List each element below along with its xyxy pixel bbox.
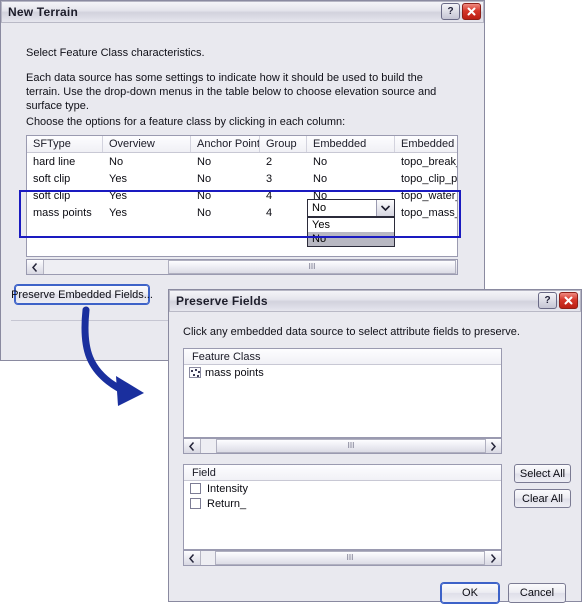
cell-overview: Yes [109,206,127,219]
field-label: Intensity [207,482,248,495]
column-header-anchor-points[interactable]: Anchor Points [191,136,260,152]
cell-embedded-name: topo_mass_points_embed [401,206,457,219]
close-icon[interactable] [559,292,578,309]
scrollbar-track[interactable]: III [201,439,486,453]
cell-anchor-points: No [197,189,212,202]
table-header-row: SFType Overview Anchor Points Group Embe… [27,136,457,153]
cell-sftype: soft clip [33,189,71,202]
chevron-left-icon[interactable] [27,260,44,274]
preserve-embedded-fields-button[interactable]: Preserve Embedded Fields... [11,285,153,304]
column-header-overview[interactable]: Overview [103,136,191,152]
chevron-right-icon[interactable] [484,439,501,453]
column-header-sftype[interactable]: SFType [27,136,103,152]
close-icon[interactable] [462,3,481,20]
cell-sftype: mass points [33,206,92,219]
scrollbar-grip: III [346,553,354,562]
cell-overview: Yes [109,172,127,185]
scrollbar-grip: III [347,441,355,450]
preserve-fields-title: Preserve Fields [176,293,268,308]
multipoint-icon [189,367,201,378]
feature-class-listbox[interactable]: Feature Class mass points [183,348,502,438]
cell-sftype: soft clip [33,172,71,185]
preserve-fields-instruction: Click any embedded data source to select… [183,326,520,338]
help-icon[interactable]: ? [538,292,557,309]
instruction-text: Choose the options for a feature class b… [26,116,346,128]
clear-all-button[interactable]: Clear All [514,489,571,508]
chevron-down-icon[interactable] [376,200,394,216]
field-listbox[interactable]: Field Intensity Return_ [183,464,502,550]
select-all-button[interactable]: Select All [514,464,571,483]
help-icon[interactable]: ? [441,3,460,20]
ok-button[interactable]: OK [441,583,499,603]
field-label: Return_ [207,497,247,510]
cell-group: 2 [266,155,273,168]
scrollbar-grip: III [308,262,316,271]
cell-sftype: hard line [33,155,76,168]
new-terrain-title: New Terrain [8,4,78,19]
scrollbar-track[interactable]: III [44,260,456,274]
column-header-embedded[interactable]: Embedded [307,136,395,152]
chevron-right-icon[interactable] [484,551,501,565]
embedded-dropdown-value: No [312,202,327,214]
cell-embedded-name: topo_water_poly_embed [401,189,457,202]
dropdown-option-yes[interactable]: Yes [308,218,394,232]
preserve-fields-dialog: Preserve Fields ? Click any embedded dat… [168,289,582,603]
feature-class-horizontal-scrollbar[interactable]: III [183,438,502,454]
field-row-intensity[interactable]: Intensity [184,481,501,496]
cell-anchor-points: No [197,155,212,168]
cell-anchor-points: No [197,172,212,185]
chevron-left-icon[interactable] [184,439,201,453]
chevron-left-icon[interactable] [184,551,201,565]
field-row-return[interactable]: Return_ [184,496,501,511]
cell-embedded: No [313,155,328,168]
cell-embedded: No [313,172,328,185]
preserve-fields-body: Click any embedded data source to select… [169,312,581,603]
cell-group: 4 [266,189,273,202]
cell-embedded-name: topo_clip_poly_embed [401,172,457,185]
checkbox-intensity[interactable] [190,483,201,494]
column-header-embedded-name[interactable]: Embedded Name [395,136,457,152]
new-terrain-titlebar[interactable]: New Terrain ? [1,1,484,23]
scrollbar-track[interactable]: III [201,551,485,565]
column-header-group[interactable]: Group [260,136,307,152]
description-paragraph: Each data source has some settings to in… [26,72,437,112]
table-horizontal-scrollbar[interactable]: III [26,259,458,275]
dropdown-option-no[interactable]: No [308,232,394,246]
cell-embedded-name: topo_break_lines_embed [401,155,457,168]
intro-text: Select Feature Class characteristics. [26,47,205,59]
table-row[interactable]: hard line No No 2 No topo_break_lines_em… [27,153,457,170]
scrollbar-thumb[interactable]: III [216,439,486,453]
cell-overview: Yes [109,189,127,202]
list-item-label: mass points [205,366,264,379]
cell-anchor-points: No [197,206,212,219]
field-horizontal-scrollbar[interactable]: III [183,550,502,566]
embedded-dropdown-options[interactable]: Yes No [307,217,395,247]
cell-overview: No [109,155,124,168]
embedded-dropdown[interactable]: No [307,199,395,217]
feature-class-header: Feature Class [184,349,501,365]
cell-group: 4 [266,206,273,219]
cell-group: 3 [266,172,273,185]
preserve-fields-titlebar[interactable]: Preserve Fields ? [169,290,581,312]
table-row[interactable]: soft clip Yes No 3 No topo_clip_poly_emb… [27,170,457,187]
scrollbar-thumb[interactable]: III [215,551,485,565]
cancel-button[interactable]: Cancel [508,583,566,603]
field-header: Field [184,465,501,481]
list-item[interactable]: mass points [184,365,501,380]
feature-class-table[interactable]: SFType Overview Anchor Points Group Embe… [26,135,458,257]
checkbox-return[interactable] [190,498,201,509]
scrollbar-thumb[interactable]: III [168,260,456,274]
